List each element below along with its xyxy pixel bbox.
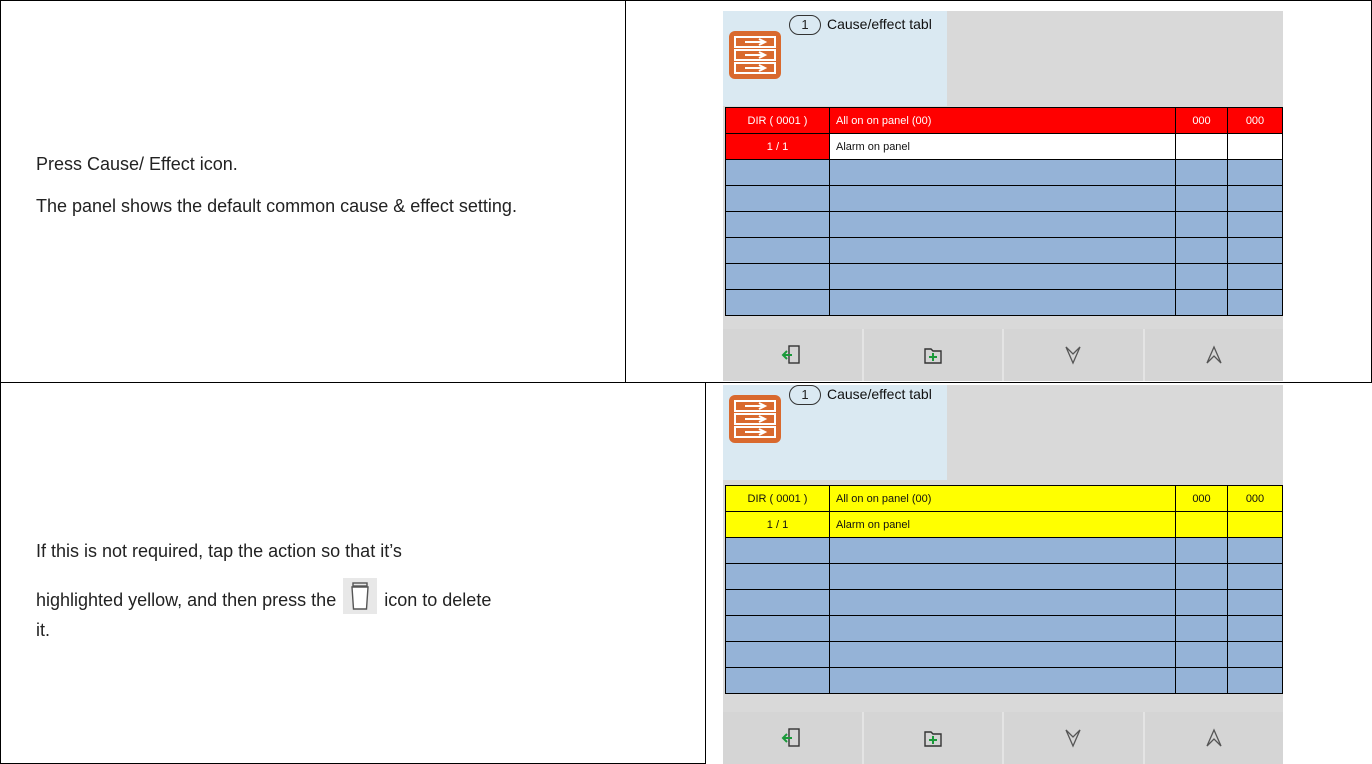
empty-row[interactable] xyxy=(725,159,1283,186)
panel-title: Cause/effect tabl xyxy=(827,16,932,32)
exit-button[interactable] xyxy=(723,329,862,381)
action-value-1[interactable] xyxy=(1175,511,1228,538)
panel-title: Cause/effect tabl xyxy=(827,386,932,402)
empty-row[interactable] xyxy=(725,211,1283,238)
cause-value-1[interactable]: 000 xyxy=(1175,107,1228,134)
arrow-up-icon xyxy=(1206,345,1222,364)
scroll-up-button[interactable] xyxy=(1144,329,1283,381)
action-value-1[interactable] xyxy=(1175,133,1228,160)
panel-header-blank xyxy=(947,11,1283,106)
table-column-divider xyxy=(625,0,626,382)
panel-number-badge: 1 xyxy=(789,385,821,405)
cause-description[interactable]: All on on panel (00) xyxy=(829,107,1176,134)
cause-row[interactable]: DIR ( 0001 ) All on on panel (00) 000 00… xyxy=(725,107,1283,134)
action-value-2[interactable] xyxy=(1227,511,1283,538)
cause-value-1[interactable]: 000 xyxy=(1175,485,1228,512)
cause-id[interactable]: DIR ( 0001 ) xyxy=(725,485,830,512)
table-row-divider xyxy=(0,382,1372,383)
empty-row[interactable] xyxy=(725,289,1283,316)
action-description[interactable]: Alarm on panel xyxy=(829,511,1176,538)
cause-effect-icon[interactable] xyxy=(729,31,781,79)
empty-row[interactable] xyxy=(725,641,1283,668)
exit-icon xyxy=(781,728,800,747)
instruction-text-step1: Press Cause/ Effect icon. The panel show… xyxy=(36,150,616,220)
instruction-line: Press Cause/ Effect icon. xyxy=(36,154,238,174)
scroll-down-button[interactable] xyxy=(1004,712,1143,764)
instruction-text-step2: If this is not required, tap the action … xyxy=(36,536,616,645)
arrow-up-icon xyxy=(1206,728,1222,747)
empty-row[interactable] xyxy=(725,563,1283,590)
instruction-fragment: highlighted yellow, and then press the xyxy=(36,590,337,610)
action-value-2[interactable] xyxy=(1227,133,1283,160)
action-index[interactable]: 1 / 1 xyxy=(725,133,830,160)
cause-effect-table: DIR ( 0001 ) All on on panel (00) 000 00… xyxy=(725,107,1283,316)
instruction-line: The panel shows the default common cause… xyxy=(36,196,517,216)
instruction-fragment: icon to delete xyxy=(384,590,492,610)
panel-toolbar xyxy=(723,712,1283,764)
cause-effect-icon[interactable] xyxy=(729,395,781,443)
empty-row[interactable] xyxy=(725,615,1283,642)
panel-header: 1 Cause/effect tabl xyxy=(723,385,947,480)
add-folder-icon xyxy=(924,348,942,364)
instruction-line: it. xyxy=(36,620,51,640)
empty-row[interactable] xyxy=(725,589,1283,616)
cause-value-2[interactable]: 000 xyxy=(1227,107,1283,134)
exit-icon xyxy=(781,345,800,364)
empty-row[interactable] xyxy=(725,667,1283,694)
scroll-up-button[interactable] xyxy=(1144,712,1283,764)
panel-header: 1 Cause/effect tabl xyxy=(723,11,947,106)
panel-header-blank xyxy=(947,385,1283,480)
empty-row[interactable] xyxy=(725,263,1283,290)
panel-number-badge: 1 xyxy=(789,15,821,35)
table-border-left xyxy=(0,0,1,764)
trash-icon xyxy=(343,578,378,614)
table-border-top xyxy=(0,0,1372,1)
instruction-line: If this is not required, tap the action … xyxy=(36,541,402,561)
cause-row[interactable]: DIR ( 0001 ) All on on panel (00) 000 00… xyxy=(725,485,1283,512)
action-row[interactable]: 1 / 1 Alarm on panel xyxy=(725,133,1283,160)
panel-toolbar xyxy=(723,329,1283,381)
add-button[interactable] xyxy=(863,712,1002,764)
scroll-down-button[interactable] xyxy=(1004,329,1143,381)
add-folder-icon xyxy=(924,731,942,747)
table-column-divider-lower xyxy=(705,382,706,764)
empty-row[interactable] xyxy=(725,537,1283,564)
add-button[interactable] xyxy=(863,329,1002,381)
empty-row[interactable] xyxy=(725,185,1283,212)
action-index[interactable]: 1 / 1 xyxy=(725,511,830,538)
cause-effect-table: DIR ( 0001 ) All on on panel (00) 000 00… xyxy=(725,485,1283,694)
cause-id[interactable]: DIR ( 0001 ) xyxy=(725,107,830,134)
cause-description[interactable]: All on on panel (00) xyxy=(829,485,1176,512)
exit-button[interactable] xyxy=(723,712,862,764)
action-description[interactable]: Alarm on panel xyxy=(829,133,1176,160)
empty-row[interactable] xyxy=(725,237,1283,264)
cause-value-2[interactable]: 000 xyxy=(1227,485,1283,512)
action-row-selected[interactable]: 1 / 1 Alarm on panel xyxy=(725,511,1283,538)
arrow-down-icon xyxy=(1065,346,1081,365)
cause-effect-panel-screenshot: 1 Cause/effect tabl DIR ( 0001 ) All on … xyxy=(723,11,1283,381)
instruction-line-with-icon: highlighted yellow, and then press the i… xyxy=(36,578,616,615)
cause-effect-panel-screenshot-selected: 1 Cause/effect tabl DIR ( 0001 ) All on … xyxy=(723,385,1283,764)
arrow-down-icon xyxy=(1065,729,1081,748)
